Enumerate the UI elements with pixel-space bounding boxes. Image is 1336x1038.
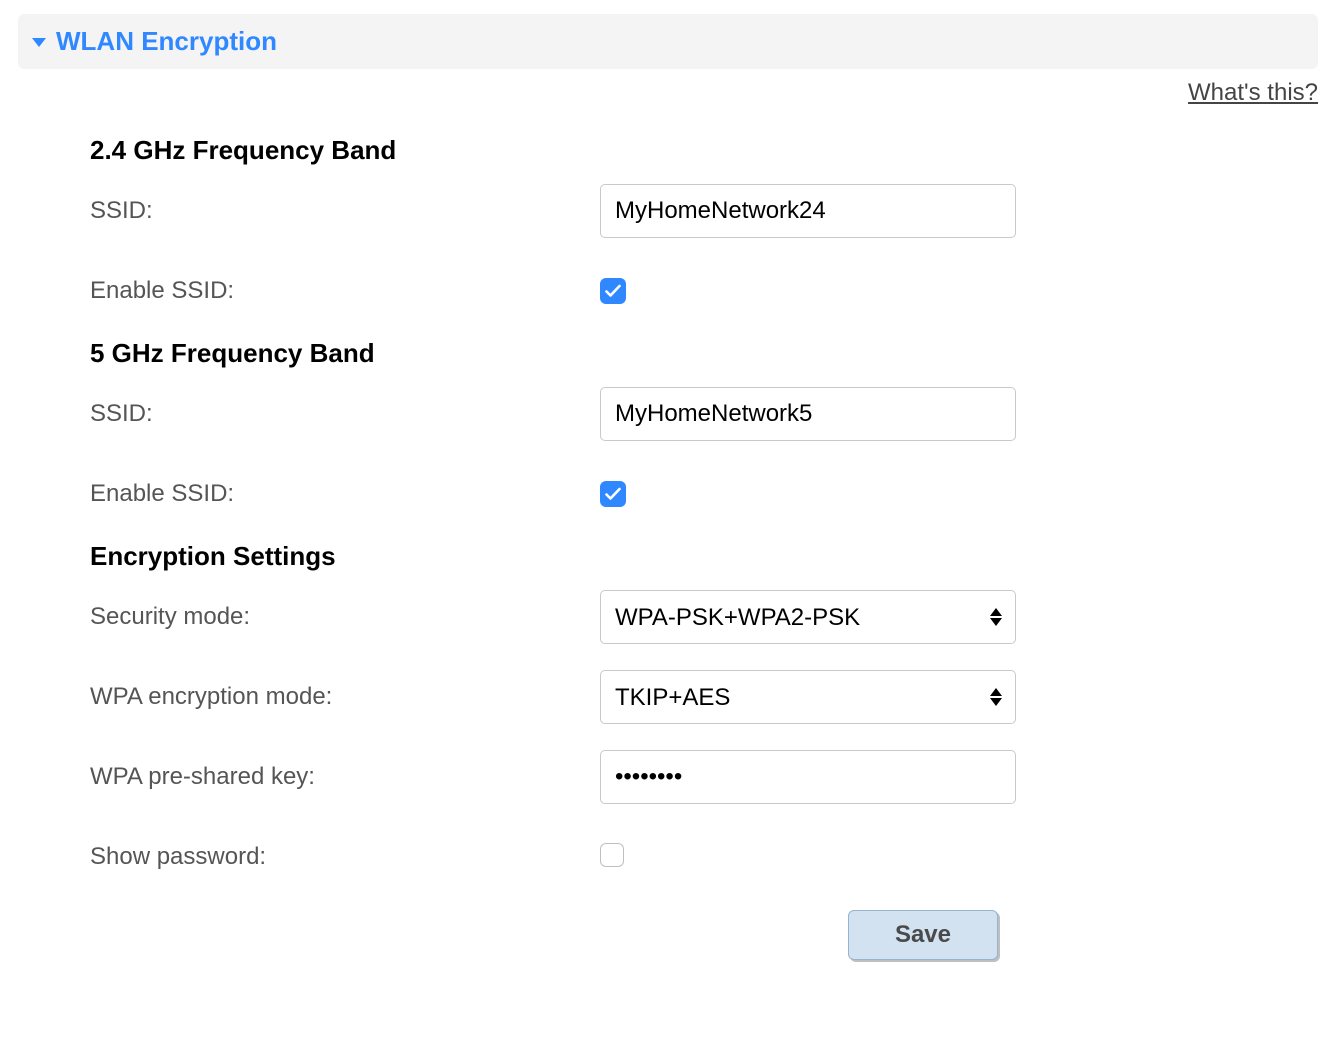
section-heading-5ghz: 5 GHz Frequency Band <box>90 338 1318 369</box>
psk-input[interactable] <box>600 750 1016 804</box>
disclosure-triangle-icon <box>32 38 46 47</box>
row-wpa-mode: WPA encryption mode: TKIP+AES <box>90 670 1318 724</box>
section-heading-encryption: Encryption Settings <box>90 541 1318 572</box>
ssid-24-input[interactable] <box>600 184 1016 238</box>
panel-title: WLAN Encryption <box>56 26 277 57</box>
row-show-password: Show password: <box>90 830 1318 884</box>
label-psk: WPA pre-shared key: <box>90 763 600 791</box>
label-security-mode: Security mode: <box>90 603 600 631</box>
enable-ssid-5-checkbox[interactable] <box>600 481 626 507</box>
help-row: What's this? <box>18 69 1318 111</box>
label-enable-ssid-24: Enable SSID: <box>90 277 600 305</box>
label-ssid-5: SSID: <box>90 400 600 428</box>
label-wpa-mode: WPA encryption mode: <box>90 683 600 711</box>
save-button[interactable]: Save <box>848 910 998 960</box>
security-mode-select[interactable]: WPA-PSK+WPA2-PSK <box>600 590 1016 644</box>
row-security-mode: Security mode: WPA-PSK+WPA2-PSK <box>90 590 1318 644</box>
enable-ssid-24-checkbox[interactable] <box>600 278 626 304</box>
label-show-password: Show password: <box>90 843 600 871</box>
button-row: Save <box>90 910 1318 960</box>
row-enable-ssid-5: Enable SSID: <box>90 467 1318 521</box>
wlan-encryption-page: WLAN Encryption What's this? 2.4 GHz Fre… <box>0 0 1336 1000</box>
row-ssid-5: SSID: <box>90 387 1318 441</box>
section-heading-24ghz: 2.4 GHz Frequency Band <box>90 135 1318 166</box>
panel-header[interactable]: WLAN Encryption <box>18 14 1318 69</box>
ssid-5-input[interactable] <box>600 387 1016 441</box>
whats-this-link[interactable]: What's this? <box>1188 79 1318 106</box>
checkmark-icon <box>605 284 621 298</box>
panel-content: 2.4 GHz Frequency Band SSID: Enable SSID… <box>18 111 1318 960</box>
row-enable-ssid-24: Enable SSID: <box>90 264 1318 318</box>
wpa-mode-select[interactable]: TKIP+AES <box>600 670 1016 724</box>
row-ssid-24: SSID: <box>90 184 1318 238</box>
label-enable-ssid-5: Enable SSID: <box>90 480 600 508</box>
row-psk: WPA pre-shared key: <box>90 750 1318 804</box>
checkmark-icon <box>605 487 621 501</box>
show-password-checkbox[interactable] <box>600 843 624 867</box>
label-ssid-24: SSID: <box>90 197 600 225</box>
